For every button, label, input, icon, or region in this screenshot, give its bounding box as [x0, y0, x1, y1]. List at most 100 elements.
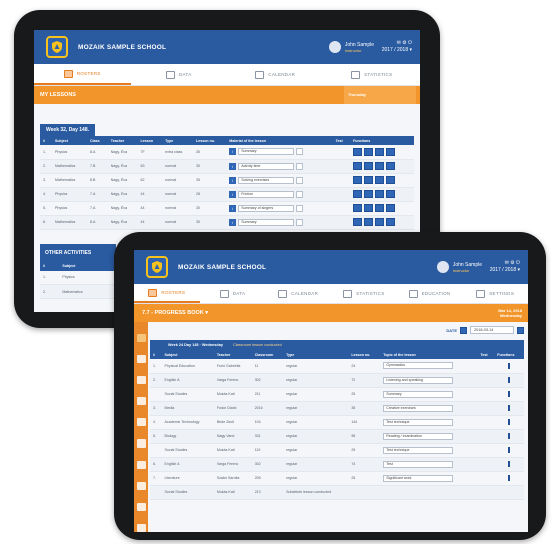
date-field[interactable]: 2018-03-14 [470, 326, 514, 334]
topic-input[interactable]: Test technique [383, 446, 454, 454]
details-icon[interactable] [508, 447, 511, 453]
table-row[interactable]: 1. Physics [40, 270, 116, 285]
material-dropdown[interactable]: Summary of singers [238, 204, 295, 212]
material-dropdown[interactable]: Activity time [238, 162, 295, 170]
details-icon[interactable] [508, 475, 511, 481]
view-icon[interactable] [353, 190, 363, 198]
edit-icon[interactable] [375, 147, 385, 156]
bed-icon[interactable] [136, 355, 146, 364]
view-icon[interactable] [353, 147, 363, 156]
topic-input[interactable]: Test technique [383, 418, 454, 426]
topic-input[interactable]: Creative exercises [383, 404, 454, 412]
mail-icon[interactable] [364, 218, 374, 226]
topic-input[interactable]: Significant work [383, 474, 454, 482]
mail-icon[interactable] [364, 162, 374, 170]
edit-icon[interactable] [296, 148, 304, 156]
topic-input[interactable]: Listening and speaking [383, 376, 454, 384]
grades-icon[interactable] [136, 376, 146, 385]
nav-statistics[interactable]: STATISTICS [331, 284, 397, 303]
list-icon[interactable] [386, 190, 396, 198]
table-row[interactable]: 1. Physical Education Furió Gabriella 11 reg… [150, 359, 524, 374]
view-icon[interactable] [353, 218, 363, 226]
material-dropdown[interactable]: Solving exercises [238, 176, 295, 184]
edit-icon[interactable] [375, 204, 385, 212]
mail-icon[interactable] [364, 176, 374, 184]
group-icon[interactable] [136, 523, 146, 532]
settings-icon[interactable]: ⚙ [510, 260, 514, 266]
power-icon[interactable]: ⏻ [516, 260, 520, 266]
chat-icon[interactable] [136, 418, 146, 427]
image-icon[interactable] [136, 481, 146, 490]
edit-icon[interactable] [375, 176, 385, 184]
table-row[interactable]: 2. Mathematics [40, 284, 116, 299]
school-year-select[interactable]: 2017 / 2018 ▾ [382, 47, 412, 54]
topic-input[interactable]: Reading / examination [383, 432, 454, 440]
table-row[interactable]: 6. Mathematics 8.A Nagy, Éva 44 normal 30 i Summ… [40, 215, 414, 230]
list-icon[interactable] [386, 147, 396, 156]
edit-icon[interactable] [375, 162, 385, 170]
material-dropdown[interactable]: Summary [238, 148, 295, 156]
table-row[interactable]: 2. Mathematics 7.B Nagy, Éva 63 normal 30 i Acti… [40, 159, 414, 174]
mail-icon[interactable] [364, 190, 374, 198]
view-icon[interactable] [353, 162, 363, 170]
table-row[interactable]: Social Studies Mukás Kati 213 Substitute le… [150, 485, 524, 500]
table-row[interactable]: 3. Media Fodor Dávid 2016 regular 35 Creative … [150, 401, 524, 416]
table-row[interactable]: 5. Physics 7.A Nagy, Éva 44 normal 30 i Summary … [40, 201, 414, 216]
table-row[interactable]: 4. Academic Technology Bede Zsolt 104 regula… [150, 415, 524, 430]
table-row[interactable]: 5. Biology Nagy Vand 331 regular 96 Reading / … [150, 429, 524, 444]
nav-statistics[interactable]: STATISTICS [324, 64, 421, 85]
user-menu[interactable]: John Sample Instructor [328, 41, 374, 53]
table-row[interactable]: 6. English A Varga Ferenc 302 regular 74 Test [150, 457, 524, 472]
open-book-icon[interactable] [136, 460, 146, 469]
list-icon[interactable] [386, 162, 396, 170]
mail-icon[interactable]: ✉ [397, 40, 401, 46]
person-icon[interactable] [136, 502, 146, 511]
section-title[interactable]: 7.7 - PROGRESS BOOK ▾ [142, 310, 208, 316]
topic-input[interactable]: Gymnastics [383, 362, 454, 370]
table-row[interactable]: 7. Literature Szabó Sarolta 205 regular 25 Sig… [150, 471, 524, 486]
edit-icon[interactable] [296, 190, 304, 198]
table-row[interactable]: Social Studies Mukás Kati 211 regular 25 Summ… [150, 387, 524, 402]
topic-input[interactable]: Test [383, 460, 454, 468]
book-icon[interactable] [136, 334, 146, 343]
topic-input[interactable]: Summary [383, 390, 454, 398]
details-icon[interactable] [508, 377, 511, 383]
nav-calendar[interactable]: CALENDAR [227, 64, 324, 85]
details-icon[interactable] [508, 419, 511, 425]
table-row[interactable]: 1. Physics 8.A Nagy, Éva 7F extra class 35 i Sum… [40, 145, 414, 160]
user-menu[interactable]: John Sample Instructor [436, 261, 482, 273]
prev-day-button[interactable] [460, 326, 467, 334]
details-icon[interactable] [508, 461, 511, 467]
table-row[interactable]: 3. Mathematics 8.B Nagy, Éva 62 normal 35 i Solv… [40, 173, 414, 188]
edit-icon[interactable] [296, 162, 304, 170]
nav-rosters[interactable]: ROSTERS [34, 64, 131, 85]
mail-icon[interactable] [364, 204, 374, 212]
list-icon[interactable] [386, 218, 396, 226]
week-tab[interactable]: Week 32, Day 148. [40, 124, 95, 136]
next-day-button[interactable] [517, 326, 524, 334]
power-icon[interactable]: ⏻ [408, 40, 412, 46]
details-icon[interactable] [508, 391, 511, 397]
nav-settings[interactable]: SETTINGS [462, 284, 528, 303]
table-row[interactable]: 4. Physics 7.A Nagy, Éva 44 normal 28 i Friction [40, 187, 414, 202]
details-icon[interactable] [508, 405, 511, 411]
list-icon[interactable] [386, 204, 396, 212]
details-icon[interactable] [508, 362, 511, 369]
award-icon[interactable] [136, 439, 146, 448]
edit-icon[interactable] [375, 218, 385, 226]
nav-data[interactable]: DATA [131, 64, 228, 85]
nav-data[interactable]: DATA [200, 284, 266, 303]
mail-icon[interactable] [364, 147, 374, 156]
school-year-select[interactable]: 2017 / 2018 ▾ [490, 267, 520, 274]
document-icon[interactable] [136, 397, 146, 406]
material-dropdown[interactable]: Summary [238, 218, 295, 226]
nav-rosters[interactable]: ROSTERS [134, 284, 200, 303]
edit-icon[interactable] [296, 204, 304, 212]
edit-icon[interactable] [375, 190, 385, 198]
edit-icon[interactable] [296, 218, 304, 226]
view-icon[interactable] [353, 204, 363, 212]
material-dropdown[interactable]: Friction [238, 190, 295, 198]
nav-education[interactable]: EDUCATION [397, 284, 463, 303]
details-icon[interactable] [508, 433, 511, 439]
list-icon[interactable] [386, 176, 396, 184]
